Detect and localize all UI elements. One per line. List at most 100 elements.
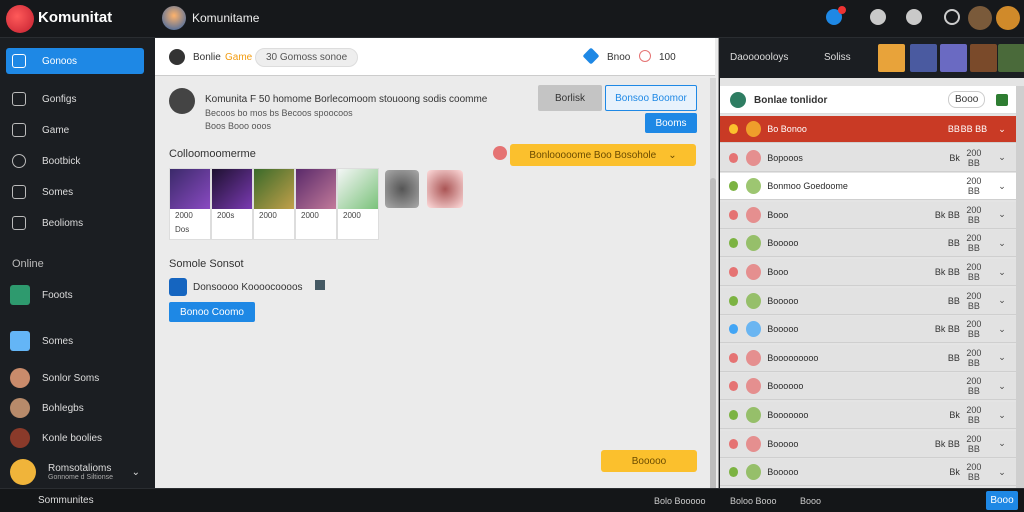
- check-icon[interactable]: [996, 94, 1008, 106]
- game-card[interactable]: 2000: [295, 168, 337, 240]
- timer-icon[interactable]: [639, 50, 651, 62]
- panel-header: Bonlae tonlidor Booo: [720, 86, 1016, 114]
- section-button[interactable]: Bonoo Coomo: [169, 302, 255, 322]
- online-item[interactable]: Konle boolies: [6, 425, 144, 451]
- sidebar-item-somes[interactable]: Somes: [6, 179, 144, 205]
- search-icon[interactable]: [944, 9, 960, 25]
- chevron-down-icon[interactable]: ⌄: [132, 467, 140, 478]
- online-item[interactable]: Sonlor Soms: [6, 365, 144, 391]
- edit-icon[interactable]: [315, 280, 325, 290]
- ranking-row[interactable]: Booo Bk BB 200 BB ⌄: [720, 201, 1016, 229]
- chevron-down-icon[interactable]: ⌄: [988, 181, 1016, 192]
- ranking-row[interactable]: Booooo Bk 200 BB ⌄: [720, 459, 1016, 487]
- ranking-row[interactable]: Booooo Bk BB 200 BB ⌄: [720, 316, 1016, 344]
- avatar: [746, 407, 762, 423]
- sidebar-item-configs[interactable]: Gonfigs: [6, 86, 144, 112]
- row-name: Booooo: [767, 238, 799, 249]
- game-card[interactable]: 2000: [253, 168, 295, 240]
- status-dot: [729, 267, 739, 277]
- ranking-row[interactable]: Booooo BB 200 BB ⌄: [720, 287, 1016, 315]
- ranking-row[interactable]: Bopooos Bk 200 BB ⌄: [720, 144, 1016, 172]
- main-scrollbar[interactable]: [710, 78, 716, 498]
- list-icon: [12, 216, 26, 230]
- chevron-down-icon[interactable]: ⌄: [988, 267, 1016, 278]
- card-sub: Dos: [175, 225, 190, 234]
- settings-icon[interactable]: [906, 9, 922, 25]
- thumb[interactable]: [998, 44, 1024, 72]
- row-score: 200 BB: [966, 290, 982, 311]
- status-dot: [729, 152, 739, 163]
- scroll-thumb[interactable]: [710, 178, 716, 498]
- ranking-row[interactable]: Booooo Bk BB 200 BB ⌄: [720, 430, 1016, 458]
- app-avatar-icon[interactable]: [162, 6, 186, 30]
- secondary-button[interactable]: Borlisk: [538, 85, 602, 111]
- thumb[interactable]: [970, 44, 997, 72]
- user-icon[interactable]: [870, 9, 886, 25]
- sidebar-item-game[interactable]: Game: [6, 117, 144, 143]
- chevron-down-icon[interactable]: ⌄: [988, 152, 1016, 163]
- online-item[interactable]: Fooots: [6, 282, 144, 308]
- chevron-down-icon[interactable]: ⌄: [988, 209, 1016, 220]
- sidebar-item-beolioms[interactable]: Beolioms: [6, 210, 144, 236]
- online-item[interactable]: Somes: [6, 328, 144, 354]
- panel-chip[interactable]: Booo: [948, 91, 986, 108]
- thumb[interactable]: [940, 44, 967, 72]
- sidebar-item-home[interactable]: Gonoos: [6, 48, 144, 74]
- game-thumb[interactable]: [427, 170, 463, 208]
- ranking-row[interactable]: Booo Bk BB 200 BB ⌄: [720, 259, 1016, 286]
- main-header: Bonlie Game 30 Gomoss sonoe Bnoo 100: [155, 38, 715, 76]
- ranking-row[interactable]: Booooo BB 200 BB ⌄: [720, 230, 1016, 258]
- footer-link[interactable]: Bolo Booooo: [654, 496, 706, 506]
- footer-button[interactable]: Booo: [986, 491, 1018, 510]
- promo-button[interactable]: Bonlooooome Boo Bosohole ⌄: [510, 144, 696, 166]
- footer-link[interactable]: Booo: [800, 496, 821, 506]
- row-value: BB: [947, 295, 960, 306]
- header-tag: Game: [225, 52, 253, 63]
- right-scrollbar[interactable]: [1016, 86, 1024, 488]
- game-card[interactable]: 200s: [211, 168, 253, 240]
- ranking-row[interactable]: Booooooo Bk 200 BB ⌄: [720, 402, 1016, 429]
- ranking-row[interactable]: Bonmoo Goedoome 200 BB ⌄: [720, 173, 1016, 201]
- logo-icon: [6, 5, 34, 33]
- row-value: Bk BB: [934, 267, 960, 277]
- chevron-down-icon[interactable]: ⌄: [988, 438, 1016, 449]
- outline-button[interactable]: Bonsoo Boomor: [605, 85, 697, 111]
- chevron-down-icon[interactable]: ⌄: [988, 381, 1016, 392]
- chevron-down-icon[interactable]: ⌄: [988, 124, 1016, 135]
- thumb[interactable]: [910, 44, 937, 72]
- primary-button[interactable]: Booms: [645, 113, 697, 133]
- online-item[interactable]: Bohlegbs: [6, 395, 144, 421]
- chevron-down-icon[interactable]: ⌄: [988, 238, 1016, 249]
- chevron-down-icon[interactable]: ⌄: [988, 352, 1016, 363]
- chevron-down-icon[interactable]: ⌄: [988, 324, 1016, 335]
- status-dot: [729, 124, 739, 134]
- thumb[interactable]: [878, 44, 905, 72]
- sidebar-item-label: Beolioms: [42, 217, 84, 229]
- online-item[interactable]: Romsotalioms Gonnome d Siltionse ⌄: [6, 455, 144, 489]
- panel-title: Bonlae tonlidor: [754, 95, 828, 106]
- game-card[interactable]: 2000: [337, 168, 379, 240]
- ranking-row[interactable]: Bo Bonoo BB BB BB ⌄: [720, 116, 1016, 143]
- game-card[interactable]: 2000 Dos: [169, 168, 211, 240]
- bottom-action-button[interactable]: Booooo: [601, 450, 697, 472]
- chevron-down-icon[interactable]: ⌄: [988, 295, 1016, 306]
- chevron-down-icon[interactable]: ⌄: [988, 467, 1016, 478]
- header-chip[interactable]: 30 Gomoss sonoe: [255, 48, 359, 67]
- status-dot: [729, 181, 739, 192]
- sidebar-item-bootbick[interactable]: Bootbick: [6, 148, 144, 174]
- row-score: 200 BB: [966, 319, 982, 340]
- ranking-row[interactable]: Boooooo 200 BB ⌄: [720, 373, 1016, 401]
- user-avatar[interactable]: [968, 6, 992, 30]
- profile-avatar[interactable]: [996, 6, 1020, 30]
- chevron-down-icon[interactable]: ⌄: [988, 410, 1016, 421]
- pin-icon[interactable]: [582, 47, 600, 65]
- header-link[interactable]: Bnoo: [607, 52, 630, 63]
- ranking-row[interactable]: Booooooooo BB 200 BB ⌄: [720, 344, 1016, 372]
- section-item[interactable]: Donsoooo Koooocoooos: [193, 282, 303, 293]
- right-subtitle: Soliss: [824, 52, 851, 63]
- status-dot: [729, 324, 739, 335]
- row-score: 200 BB: [966, 462, 982, 483]
- footer-link[interactable]: Boloo Booo: [730, 496, 777, 506]
- status-dot: [729, 381, 739, 392]
- game-thumb[interactable]: [385, 170, 419, 208]
